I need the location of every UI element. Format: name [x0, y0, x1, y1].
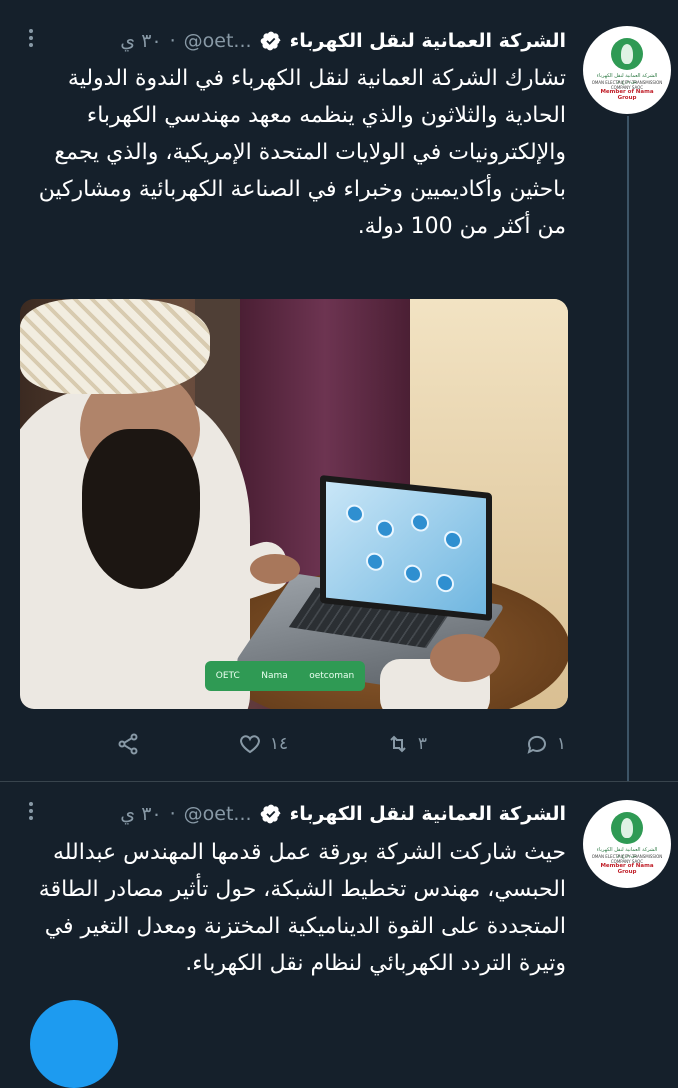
author-name[interactable]: الشركة العمانية لنقل الكهرباء [290, 30, 566, 52]
company-logo-icon [611, 812, 643, 844]
photo-laptop-screen [320, 474, 492, 622]
photo-watermark: OETC Nama oetcoman [205, 661, 365, 691]
retweet-icon [390, 735, 406, 753]
logo-member-text: Member of Nama Group [600, 89, 654, 101]
author-handle[interactable]: @oet... [184, 30, 252, 52]
reply-button[interactable]: ١ [525, 732, 566, 756]
tweet-timestamp[interactable]: ٣٠ ي [120, 30, 161, 52]
photo-person-beard [82, 429, 200, 589]
retweet-count: ٣ [417, 734, 428, 754]
author-handle[interactable]: @oet... [184, 803, 252, 825]
tweet-divider [0, 781, 678, 782]
like-icon [239, 735, 260, 754]
like-button[interactable]: ١٤ [238, 732, 288, 756]
separator-dot: · [169, 803, 176, 825]
photo-person-hand-right [430, 634, 500, 682]
retweet-button[interactable]: ٣ [386, 732, 427, 756]
author-avatar[interactable]: الشركة العمانية لنقل الكهرباء ش.م.ع.م OM… [583, 26, 671, 114]
tweet-body-text: تشارك الشركة العمانية لنقل الكهرباء في ا… [38, 66, 566, 239]
share-button[interactable] [116, 732, 140, 756]
share-icon [118, 733, 138, 755]
tweet-header: الشركة العمانية لنقل الكهرباء @oet... · … [120, 24, 566, 58]
tweet-actions-bar: ١ ٣ ١٤ [116, 728, 566, 760]
author-avatar[interactable]: الشركة العمانية لنقل الكهرباء ش.م.ع.م OM… [583, 800, 671, 888]
logo-member-text: Member of Nama Group [600, 863, 654, 875]
tweet-body-text: حيث شاركت الشركة بورقة عمل قدمها المهندس… [38, 840, 566, 976]
photo-person-hand [250, 554, 300, 584]
tweet-timestamp[interactable]: ٣٠ ي [120, 803, 161, 825]
reply-icon [527, 735, 546, 754]
reply-count: ١ [556, 734, 566, 754]
author-name[interactable]: الشركة العمانية لنقل الكهرباء [290, 803, 566, 825]
more-options-icon[interactable] [24, 26, 38, 56]
more-options-icon[interactable] [24, 799, 38, 829]
separator-dot: · [169, 30, 176, 52]
thread-connector-line [627, 116, 629, 781]
compose-tweet-button[interactable] [30, 1000, 118, 1088]
photo-person-turban [20, 299, 210, 394]
tweet-header: الشركة العمانية لنقل الكهرباء @oet... · … [120, 797, 566, 831]
company-logo-icon [611, 38, 643, 70]
verified-badge-icon [260, 803, 282, 825]
tweet-media-photo[interactable]: OETC Nama oetcoman [20, 299, 568, 709]
verified-badge-icon [260, 30, 282, 52]
like-count: ١٤ [269, 734, 289, 754]
